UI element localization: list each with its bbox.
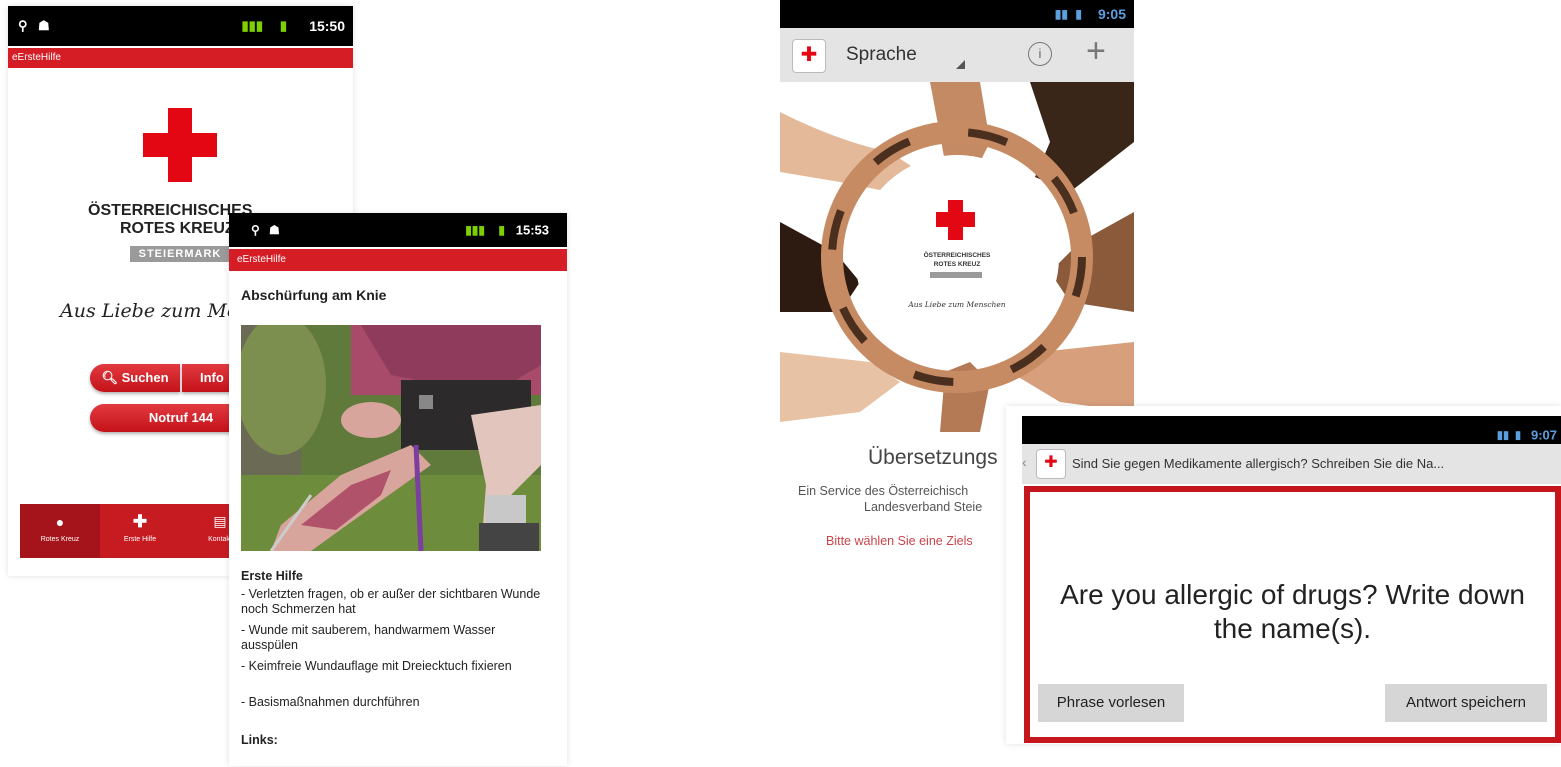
screenshot-detail: ⚲ ☗ ▮▮▮ ▮ 15:53 eErsteHilfe Abschürfung …: [229, 213, 567, 766]
back-icon[interactable]: ‹: [1022, 454, 1027, 470]
add-icon[interactable]: +: [1086, 32, 1106, 71]
search-button-label: Suchen: [121, 370, 169, 385]
status-time: 15:50: [309, 18, 345, 34]
signal-icon: ▮▮▮: [241, 18, 263, 33]
signal-icon: ▮▮▮: [465, 223, 485, 237]
gps-icon: ⚲: [18, 18, 28, 33]
status-bar: ⚲ ☗ ▮▮▮ ▮ 15:53: [229, 213, 567, 247]
article-heading: Abschürfung am Knie: [241, 287, 387, 303]
instruction-3: - Keimfreie Wundauflage mit Dreiecktuch …: [241, 659, 512, 673]
nav-label-rotes-kreuz: Rotes Kreuz: [40, 536, 80, 543]
logo-region-badge: [930, 272, 982, 278]
app-logo-icon[interactable]: ✚: [792, 39, 826, 73]
read-phrase-button[interactable]: Phrase vorlesen: [1038, 684, 1184, 722]
links-label: Links:: [241, 733, 278, 747]
status-bar: ⚲ ☗ ▮▮▮ ▮ 15:50: [8, 6, 353, 46]
language-spinner[interactable]: Sprache: [846, 44, 917, 66]
plus-icon: ✚: [132, 512, 148, 531]
info-icon: ●: [55, 514, 65, 530]
service-line-1: Ein Service des Österreichisch: [798, 484, 969, 498]
status-time: 9:07: [1530, 427, 1557, 443]
search-icon: 🔍︎: [101, 370, 118, 385]
spinner-arrow-icon: [956, 60, 965, 69]
logo-org-line1: ÖSTERREICHISCHES: [923, 252, 991, 259]
screenshot-phrase: ▮▮ ▮ 9:07 ‹ ✚ Sind Sie gegen Medikamente…: [1006, 406, 1561, 744]
app-logo-icon[interactable]: ✚: [1036, 449, 1066, 479]
instruction-4: - Basismaßnahmen durchführen: [241, 695, 420, 709]
question-german: Sind Sie gegen Medikamente allergisch? S…: [1072, 456, 1445, 471]
battery-icon: ▮: [1075, 7, 1082, 21]
knee-abrasion-photo: [241, 325, 541, 551]
save-answer-button[interactable]: Antwort speichern: [1385, 684, 1547, 722]
logo-slogan: Aus Liebe zum Menschen: [908, 300, 1006, 309]
emergency-call-label: Notruf 144: [148, 410, 214, 425]
battery-icon: ▮: [498, 223, 505, 237]
battery-icon: ▮: [279, 18, 287, 33]
app-title-bar: eErsteHilfe: [229, 249, 567, 271]
service-line-2: Landesverband Steie: [864, 500, 983, 514]
translator-heading: Übersetzungs: [868, 446, 998, 469]
nav-label-erste-hilfe: Erste Hilfe: [123, 536, 157, 543]
org-name-line2: ROTES KREUZ: [120, 220, 235, 237]
org-region-badge: STEIERMARK: [130, 246, 230, 262]
signal-icon: ▮▮: [1496, 429, 1509, 442]
question-english: Are you allergic of drugs? Write down th…: [1060, 579, 1525, 644]
search-button[interactable]: 🔍︎ Suchen: [90, 364, 180, 392]
signal-icon: ▮▮: [1054, 7, 1068, 21]
instruction-2: - Wunde mit sauberem, handwarmem Wasser …: [241, 623, 496, 652]
android-icon: ☗: [38, 18, 50, 33]
instruction-1: - Verletzten fragen, ob er außer der sic…: [241, 587, 541, 616]
nav-item-rotes-kreuz[interactable]: ● Rotes Kreuz: [20, 504, 100, 558]
phrase-card: Are you allergic of drugs? Write down th…: [1024, 486, 1561, 743]
org-name-line1: ÖSTERREICHISCHES: [88, 202, 253, 219]
gps-icon: ⚲: [251, 223, 260, 237]
status-time: 9:05: [1097, 6, 1126, 22]
nav-item-erste-hilfe[interactable]: ✚ Erste Hilfe: [100, 504, 180, 558]
logo-org-line2: ROTES KREUZ: [933, 261, 981, 268]
status-time: 15:53: [515, 222, 549, 238]
choose-language-prompt: Bitte wählen Sie eine Ziels: [826, 534, 973, 548]
action-bar: ‹ ✚ Sind Sie gegen Medikamente allergisc…: [1022, 444, 1561, 484]
app-title-bar: eErsteHilfe: [8, 48, 353, 68]
info-button-label: Info: [200, 370, 224, 385]
status-bar: ▮▮ ▮ 9:05: [780, 0, 1134, 28]
battery-icon: ▮: [1514, 429, 1521, 442]
android-icon: ☗: [269, 223, 280, 237]
action-bar: ✚ Sprache i +: [780, 28, 1134, 82]
section-heading: Erste Hilfe: [241, 569, 303, 583]
info-icon[interactable]: i: [1028, 42, 1052, 66]
